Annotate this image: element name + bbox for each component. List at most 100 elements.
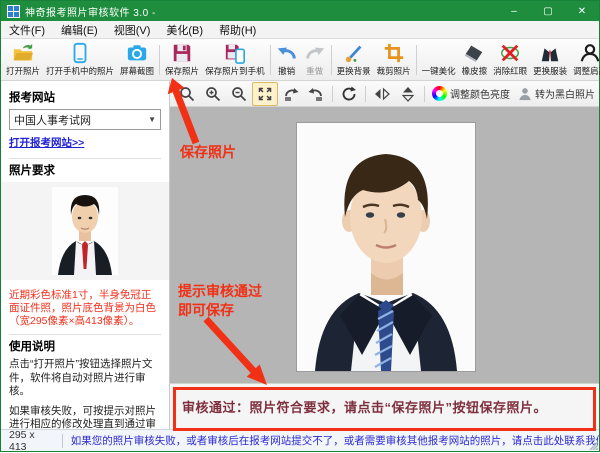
photo-canvas[interactable] [170,107,599,383]
change-clothes-button[interactable]: 更换服装 [530,40,570,80]
toolbar-separator [270,45,271,75]
resize-grip-icon[interactable] [588,440,598,450]
photo-requirement-text: 近期彩色标准1寸，半身免冠正面证件照，照片底色背景为白色（宽295像素×高413… [9,289,161,328]
adjust-color-label: 调整颜色亮度 [450,86,510,101]
requirements-header: 照片要求 [9,162,161,178]
content-area: 报考网站 中国人事考试网 ▼ 打开报考网站>> 照片要求 [1,81,599,429]
toolbar-label: 裁剪照片 [377,65,411,77]
zoom-in-icon [205,86,221,102]
toolbar-label: 撤销 [278,65,295,77]
instruction-paragraph: 如果审核失败，可按提示对照片进行相应的修改处理直到通过审核。 [9,405,161,429]
redo-icon [304,42,326,64]
crop-button[interactable]: 裁剪照片 [374,40,414,80]
toolbar-label: 打开照片 [6,65,40,77]
remove-redeye-icon [499,42,521,64]
instruction-paragraph: 点击“打开照片”按钮选择照片文件，软件将自动对照片进行审核。 [9,358,161,397]
toolbar-separator [416,45,417,75]
divider [9,334,161,335]
photo-preview [296,122,476,372]
crop-icon [383,42,405,64]
view-toolbar: 调整颜色亮度 转为黑白照片 [170,81,599,107]
toolbar-label: 橡皮擦 [462,65,488,77]
color-wheel-icon [432,86,447,101]
toolbar-label: 更换背景 [337,65,371,77]
menu-help[interactable]: 帮助(H) [211,21,264,38]
save-photo-button[interactable]: 保存照片 [162,40,202,80]
undo-icon [276,42,298,64]
toolbar-label: 打开手机中的照片 [46,65,114,77]
beautify-icon [428,42,450,64]
photo-dimensions: 295 x 413 [1,429,62,453]
main-toolbar: 打开照片 打开手机中的照片 屏幕截图 保存照片 保存照片到手机 撤销 重做 [1,39,599,81]
adjust-color-button[interactable]: 调整颜色亮度 [428,83,514,105]
menu-edit[interactable]: 编辑(E) [53,21,106,38]
fit-window-icon [257,86,273,102]
change-background-icon [343,42,365,64]
zoom-in-button[interactable] [200,82,226,106]
zoom-out-button[interactable] [226,82,252,106]
contact-link[interactable]: 如果您的照片审核失败，或者审核后在报考网站提交不了，或者需要审核其他报考网站的照… [63,433,599,448]
flip-vertical-button[interactable] [395,82,421,106]
open-phone-photo-icon [69,42,91,64]
sample-photo-box [1,182,169,280]
save-photo-icon [171,42,193,64]
divider [9,158,161,159]
screenshot-button[interactable]: 屏幕截图 [117,40,157,80]
site-section-header: 报考网站 [9,89,161,105]
change-background-button[interactable]: 更换背景 [334,40,374,80]
status-message-panel: 审核通过：照片符合要求，请点击“保存照片”按钮保存照片。 [170,383,599,429]
toolbar-separator [424,86,425,102]
undo-button[interactable]: 撤销 [273,40,301,80]
zoom-tool-icon [179,86,195,102]
fit-window-button[interactable] [252,82,278,106]
menu-view[interactable]: 视图(V) [106,21,159,38]
open-photo-button[interactable]: 打开照片 [3,40,43,80]
open-site-link[interactable]: 打开报考网站>> [9,135,84,150]
toolbar-separator [159,45,160,75]
change-clothes-icon [539,42,561,64]
beautify-button[interactable]: 一键美化 [419,40,459,80]
rotate-free-button[interactable] [336,82,362,106]
rotate-right-icon [308,86,324,102]
sample-photo [52,187,118,275]
flip-horizontal-button[interactable] [369,82,395,106]
open-phone-photo-button[interactable]: 打开手机中的照片 [43,40,117,80]
site-select[interactable]: 中国人事考试网 ▼ [9,109,161,130]
menu-beautify[interactable]: 美化(B) [158,21,211,38]
toolbar-label: 保存照片到手机 [205,65,265,77]
toolbar-label: 屏幕截图 [120,65,154,77]
flip-vertical-icon [400,86,416,102]
maximize-button[interactable]: ▢ [531,1,565,21]
zoom-out-icon [231,86,247,102]
eraser-button[interactable]: 橡皮擦 [459,40,491,80]
to-grayscale-label: 转为黑白照片 [535,86,595,101]
toolbar-label: 重做 [306,65,323,77]
rotate-left-button[interactable] [278,82,304,106]
save-to-phone-button[interactable]: 保存照片到手机 [202,40,268,80]
title-bar: 神奇报考照片审核软件 3.0 - – ▢ ✕ [1,1,599,21]
menu-file[interactable]: 文件(F) [1,21,53,38]
main-column: 调整颜色亮度 转为黑白照片 [170,81,599,429]
toolbar-label: 更换服装 [533,65,567,77]
site-select-value: 中国人事考试网 [14,112,91,128]
app-icon [7,5,20,18]
sidebar: 报考网站 中国人事考试网 ▼ 打开报考网站>> 照片要求 [1,81,170,429]
toolbar-label: 一键美化 [422,65,456,77]
toolbar-separator [365,86,366,102]
redo-button[interactable]: 重做 [301,40,329,80]
screenshot-icon [126,42,148,64]
save-to-phone-icon [224,42,246,64]
remove-redeye-button[interactable]: 消除红眼 [490,40,530,80]
review-pass-message: 审核通过：照片符合要求，请点击“保存照片”按钮保存照片。 [170,397,547,416]
to-grayscale-button[interactable]: 转为黑白照片 [514,83,599,105]
rotate-free-icon [341,86,357,102]
rotate-left-icon [283,86,299,102]
minimize-button[interactable]: – [497,1,531,21]
window-title: 神奇报考照片审核软件 3.0 - [25,4,497,19]
app-window: 神奇报考照片审核软件 3.0 - – ▢ ✕ 文件(F) 编辑(E) 视图(V)… [0,0,600,452]
rotate-right-button[interactable] [303,82,329,106]
zoom-tool-button[interactable] [174,82,200,106]
shoulder-height-button[interactable]: 调整肩高 [570,40,600,80]
close-button[interactable]: ✕ [565,1,599,21]
toolbar-label: 保存照片 [165,65,199,77]
